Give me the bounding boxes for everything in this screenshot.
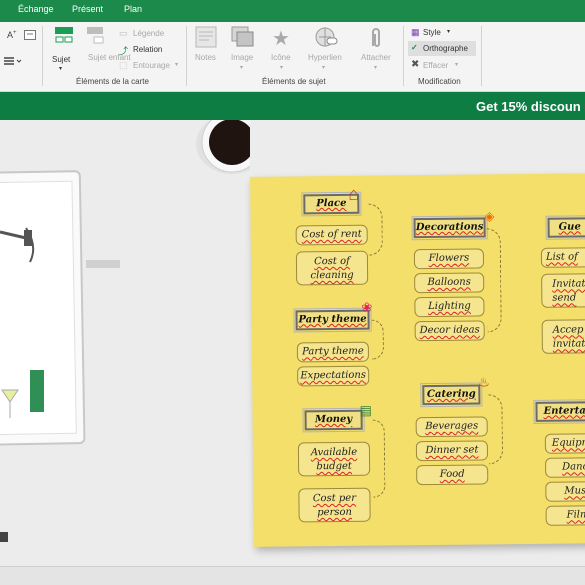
desk-background-image (0, 120, 250, 542)
chevron-down-icon[interactable]: ▾ (447, 28, 450, 35)
star-icon: ★ (272, 28, 290, 50)
subject-elements-group-label: Éléments de sujet (262, 77, 326, 86)
spellcheck-icon[interactable]: ✓ (411, 43, 418, 52)
relation-button[interactable]: Relation (133, 45, 162, 54)
relation-icon[interactable]: ⤴ (119, 44, 128, 57)
chevron-down-icon: ▾ (175, 62, 179, 68)
node-accepted-invitations[interactable]: Accep invitati (541, 319, 585, 354)
clear-button: Effacer (423, 61, 449, 70)
topic-icon[interactable] (54, 26, 74, 48)
text-box-icon[interactable] (24, 30, 36, 40)
modification-group-label: Modification (418, 77, 461, 86)
map-canvas[interactable]: Place ⌂ Cost of rent Cost of cleaning Pa… (0, 120, 585, 566)
map-elements-group-label: Éléments de la carte (76, 77, 149, 86)
node-food[interactable]: Food (416, 464, 489, 486)
node-expectations[interactable]: Expectations (297, 365, 370, 387)
topic-money[interactable]: Money (302, 407, 365, 433)
chevron-down-icon: ▾ (374, 65, 378, 71)
topic-catering[interactable]: Catering (420, 382, 483, 408)
tab-echange[interactable]: Échange (18, 4, 54, 14)
node-dance[interactable]: Danc (545, 457, 585, 478)
tab-present[interactable]: Présent (72, 4, 103, 14)
node-balloons[interactable]: Balloons (414, 272, 485, 294)
money-icon: ▤ (359, 402, 372, 418)
node-lighting[interactable]: Lighting (414, 296, 485, 318)
topic-entertainment[interactable]: Entertai (533, 399, 585, 424)
chevron-down-icon[interactable]: ▾ (59, 65, 62, 72)
horizontal-scrollbar[interactable] (0, 566, 585, 585)
style-button[interactable]: Style (423, 28, 441, 37)
node-invitations-sent[interactable]: Invitati send (541, 273, 585, 308)
node-guest-list[interactable]: List of (540, 247, 585, 268)
node-film[interactable]: Film (545, 505, 585, 526)
tab-plan[interactable]: Plan (124, 4, 142, 14)
chevron-down-icon: ▾ (455, 62, 459, 68)
node-cost-of-rent[interactable]: Cost of rent (295, 224, 368, 246)
chevron-down-icon: ▾ (240, 65, 244, 71)
clear-icon: ✖ (411, 59, 420, 70)
promo-banner-text[interactable]: Get 15% discoun (476, 99, 581, 114)
subtopic-icon (87, 27, 104, 44)
callout-icon: ▭ (119, 28, 128, 38)
topic-party-theme[interactable]: Party theme (293, 307, 372, 333)
image-icon (231, 26, 254, 47)
ribbon: A+ Sujet ▾ Sujet enfant ▭ Légende ⤴ Rela… (0, 22, 585, 92)
node-cost-of-cleaning[interactable]: Cost of cleaning (295, 250, 369, 286)
spelling-button[interactable]: Orthographe (423, 44, 468, 53)
image-button: Image (231, 53, 254, 62)
balloons-icon: ❀ (361, 299, 373, 315)
chevron-down-icon: ▾ (280, 65, 284, 71)
node-beverages[interactable]: Beverages (415, 416, 488, 438)
topic-button[interactable]: Sujet (52, 55, 70, 64)
attach-button: Attacher (361, 53, 391, 62)
notes-icon (195, 26, 217, 48)
gift-icon: ◈ (484, 208, 495, 224)
node-dinner-set[interactable]: Dinner set (415, 440, 489, 462)
sticky-note-mind-map: Place ⌂ Cost of rent Cost of cleaning Pa… (250, 173, 585, 547)
node-equipment[interactable]: Equipm (544, 433, 585, 454)
node-available-budget[interactable]: Available budget (297, 441, 371, 477)
hyperlink-button: Hyperlien (308, 53, 342, 62)
ribbon-tab-bar: Échange Présent Plan (0, 0, 585, 22)
node-cost-per-person[interactable]: Cost per person (298, 487, 371, 523)
topic-guests[interactable]: Gue (545, 215, 585, 240)
notes-button: Notes (195, 53, 216, 62)
font-size-icon[interactable]: A+ (7, 30, 17, 40)
callout-button: Légende (133, 29, 165, 38)
topic-decorations[interactable]: Decorations (411, 215, 488, 241)
icon-button: Icône (271, 53, 291, 62)
paperclip-icon (372, 28, 380, 47)
node-decor-ideas[interactable]: Decor ideas (414, 320, 485, 342)
chevron-down-icon: ▾ (322, 65, 326, 71)
node-flowers[interactable]: Flowers (413, 248, 485, 270)
food-icon: ♨ (478, 374, 490, 390)
style-icon[interactable]: ▦ (411, 27, 420, 38)
promo-banner[interactable]: Get 15% discoun (0, 92, 585, 120)
house-icon: ⌂ (348, 183, 360, 204)
node-party-theme[interactable]: Party theme (296, 341, 370, 363)
hyperlink-icon (315, 27, 338, 47)
align-icon[interactable] (4, 56, 22, 66)
node-music[interactable]: Musi (545, 481, 585, 502)
boundary-button: Entourage (133, 61, 170, 70)
boundary-icon: ⬚ (119, 60, 128, 70)
